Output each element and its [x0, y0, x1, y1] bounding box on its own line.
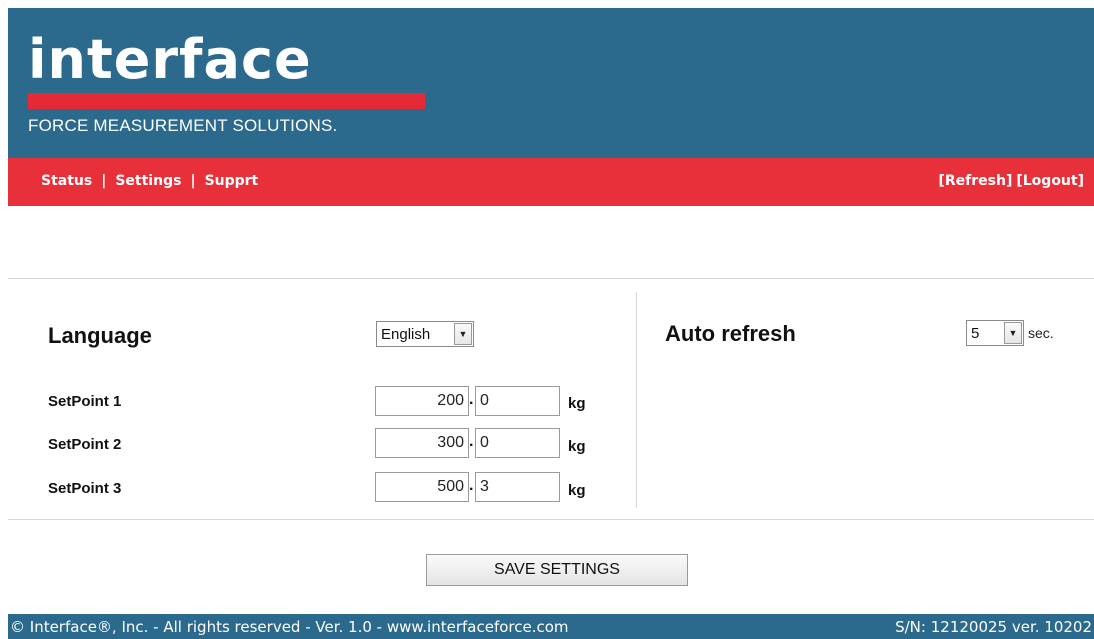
nav-item-settings[interactable]: Settings: [115, 173, 181, 189]
setpoint-3-label: SetPoint 3: [48, 480, 122, 497]
page-frame: interface FORCE MEASUREMENT SOLUTIONS. S…: [8, 8, 1094, 639]
auto-refresh-value: 5: [971, 324, 980, 342]
nav-separator: |: [101, 173, 107, 189]
footer-serial: S/N: 12120025 ver. 10202: [895, 618, 1092, 636]
setpoint-2-decimal-input[interactable]: 0: [475, 428, 560, 458]
nav-item-support[interactable]: Supprt: [205, 173, 259, 189]
logo-tagline: FORCE MEASUREMENT SOLUTIONS.: [28, 116, 338, 135]
setpoint-1-label: SetPoint 1: [48, 393, 122, 410]
header-banner: interface FORCE MEASUREMENT SOLUTIONS.: [8, 8, 1094, 158]
setpoint-2-label: SetPoint 2: [48, 436, 122, 453]
footer-bar: © Interface®, Inc. - All rights reserved…: [8, 614, 1094, 639]
setpoint-2-unit: kg: [568, 438, 586, 455]
chevron-down-icon: ▼: [1004, 322, 1022, 344]
interface-logo: interface: [28, 28, 312, 91]
setpoint-3-integer-input[interactable]: 500: [375, 472, 469, 502]
setpoint-3-decimal-point: .: [469, 477, 474, 494]
footer-copyright: © Interface®, Inc. - All rights reserved…: [10, 618, 569, 636]
chevron-down-icon: ▼: [454, 323, 472, 345]
language-label: Language: [48, 323, 152, 348]
setpoint-3-unit: kg: [568, 482, 586, 499]
logo-red-bar: [28, 93, 425, 109]
divider-bottom: [8, 519, 1094, 520]
setpoint-2-integer-input[interactable]: 300: [375, 428, 469, 458]
setpoint-1-integer-input[interactable]: 200: [375, 386, 469, 416]
setpoint-1-decimal-input[interactable]: 0: [475, 386, 560, 416]
save-settings-button[interactable]: SAVE SETTINGS: [426, 554, 688, 586]
divider-top: [8, 278, 1094, 279]
auto-refresh-select[interactable]: 5 ▼: [966, 320, 1024, 346]
setpoint-2-decimal-point: .: [469, 433, 474, 450]
nav-item-status[interactable]: Status: [41, 173, 92, 189]
nav-links: Status | Settings | Supprt: [41, 173, 258, 189]
setpoint-1-unit: kg: [568, 395, 586, 412]
language-select[interactable]: English ▼: [376, 321, 474, 347]
divider-vertical: [636, 292, 637, 508]
nav-separator: |: [190, 173, 196, 189]
setpoint-1-decimal-point: .: [469, 391, 474, 408]
auto-refresh-label: Auto refresh: [665, 321, 796, 346]
setpoint-3-decimal-input[interactable]: 3: [475, 472, 560, 502]
auto-refresh-unit: sec.: [1028, 325, 1054, 341]
nav-actions: [Refresh] [Logout]: [938, 173, 1084, 189]
logout-link[interactable]: [Logout]: [1016, 173, 1084, 189]
refresh-link[interactable]: [Refresh]: [938, 173, 1012, 189]
language-select-value: English: [381, 325, 431, 343]
nav-bar: Status | Settings | Supprt [Refresh] [Lo…: [8, 158, 1094, 206]
